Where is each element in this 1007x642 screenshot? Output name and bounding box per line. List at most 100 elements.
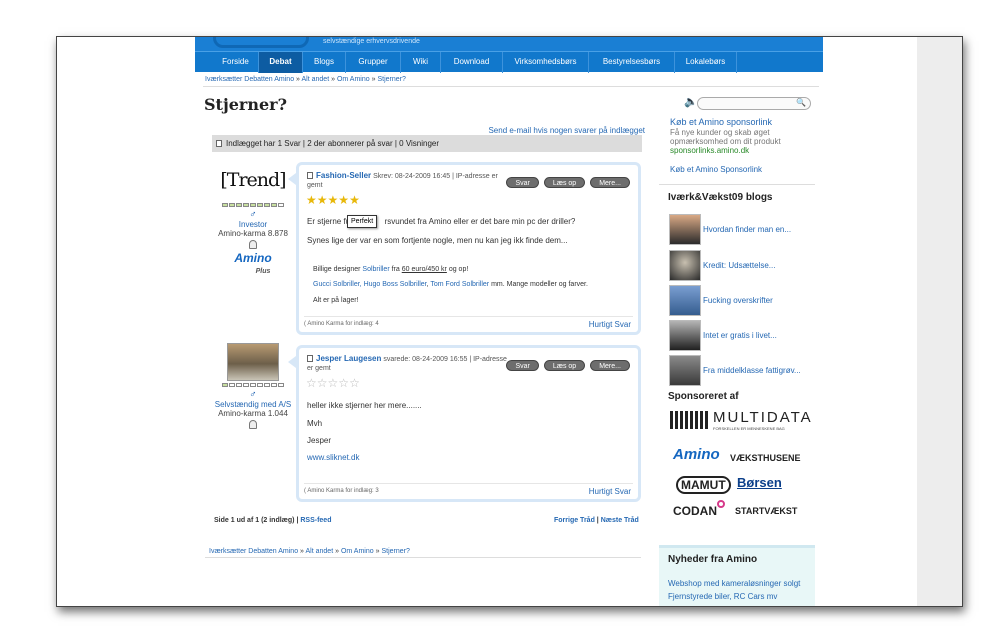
blog-title[interactable]: Fucking overskrifter <box>703 296 773 305</box>
author-avatar[interactable] <box>227 343 279 381</box>
post: Fashion-Seller Skrev: 08-24-2009 16:45 |… <box>288 162 641 335</box>
sponsor-borsen[interactable]: Børsen <box>737 475 782 490</box>
sponsor-startvaekst[interactable]: STARTVÆKST <box>735 506 797 516</box>
nav-grupper[interactable]: Grupper <box>346 52 401 73</box>
email-notify-link[interactable]: Send e-mail hvis nogen svarer på indlægg… <box>488 126 645 135</box>
sponsor-title[interactable]: Køb et Amino sponsorlink <box>670 117 772 127</box>
signature-line: Gucci Solbriller, Hugo Boss Solbriller, … <box>313 281 588 288</box>
profile-icon[interactable] <box>249 240 257 249</box>
sig-text: og op! <box>446 266 469 273</box>
blog-thumb <box>669 250 701 281</box>
sponsor-vaeksthusene[interactable]: VÆKSTHUSENE <box>730 453 801 463</box>
nav-download[interactable]: Download <box>441 52 503 73</box>
blog-title[interactable]: Hvordan finder man en... <box>703 225 791 234</box>
news-item[interactable]: Webshop med kameraløsninger solgt <box>668 579 800 588</box>
blog-item[interactable]: Intet er gratis i livet... <box>669 320 815 351</box>
reply-button[interactable]: Svar <box>506 177 539 188</box>
sponsor-amino[interactable]: Amino <box>673 446 720 463</box>
blog-thumb <box>669 355 701 386</box>
crumb-3[interactable]: Om Amino <box>337 76 370 83</box>
nav-debat[interactable]: Debat <box>259 52 303 73</box>
badge-text: Amino <box>234 251 272 265</box>
document-icon <box>307 172 313 179</box>
sponsor-url[interactable]: sponsorlinks.amino.dk <box>670 146 749 155</box>
more-button[interactable]: Mere... <box>590 360 630 371</box>
codan-logo-mark <box>717 500 725 508</box>
quick-reply-link[interactable]: Hurtigt Svar <box>589 320 631 329</box>
amino-plus-badge: Amino Plus <box>213 251 293 277</box>
nav-bestyrelsesbors[interactable]: Bestyrelsesbørs <box>589 52 675 73</box>
blog-title[interactable]: Kredit: Udsættelse... <box>703 261 775 270</box>
blog-thumb <box>669 214 701 245</box>
nav-forside[interactable]: Forside <box>213 52 259 73</box>
post-karma: ( Amino Karma for indlæg: 4 <box>304 321 379 327</box>
blog-item[interactable]: Fra middelklasse fattigrøv... <box>669 355 815 386</box>
post-buttons: Svar Læs op Mere... <box>506 360 630 371</box>
thread-status-bar: Indlægget har 1 Svar | 2 der abonnerer p… <box>212 135 642 152</box>
buy-sponsorlink[interactable]: Køb et Amino Sponsorlink <box>670 165 762 174</box>
post-footer: ( Amino Karma for indlæg: 4 Hurtigt Svar <box>304 316 633 329</box>
author-karma: Amino-karma 1.044 <box>218 409 288 418</box>
crumb-3[interactable]: Om Amino <box>341 548 374 555</box>
sig-price[interactable]: 60 euro/450 kr <box>402 266 447 273</box>
author-role[interactable]: Selvstændig med A/S <box>213 400 293 409</box>
crumb-2[interactable]: Alt andet <box>306 548 334 555</box>
blog-item[interactable]: Hvordan finder man en... <box>669 214 815 245</box>
blog-item[interactable]: Kredit: Udsættelse... <box>669 250 815 281</box>
blog-item[interactable]: Fucking overskrifter <box>669 285 815 316</box>
left-margin <box>57 37 194 606</box>
divider <box>659 184 815 185</box>
post-pointer <box>288 356 296 368</box>
crumb-1[interactable]: Iværksætter Debatten Amino <box>209 548 298 555</box>
crumb-sep: » <box>331 76 336 83</box>
next-thread-link[interactable]: Næste Tråd <box>601 517 639 524</box>
nav-lokalebors[interactable]: Lokalebørs <box>675 52 737 73</box>
search-input[interactable]: 🔍 <box>697 97 811 110</box>
blog-title[interactable]: Fra middelklasse fattigrøv... <box>703 366 801 375</box>
prev-thread-link[interactable]: Forrige Tråd <box>554 517 595 524</box>
sig-link[interactable]: Gucci Solbriller, Hugo Boss Solbriller <box>313 281 427 288</box>
author-role[interactable]: Investor <box>213 220 293 229</box>
news-panel: Nyheder fra Amino Webshop med kameraløsn… <box>659 545 815 606</box>
star-rating[interactable]: ☆☆☆☆☆ <box>306 376 360 390</box>
nav-blogs[interactable]: Blogs <box>303 52 346 73</box>
star-rating[interactable]: ★★★★★ <box>306 193 360 207</box>
sponsor-codan[interactable]: CODAN <box>673 504 717 518</box>
read-aloud-button[interactable]: Læs op <box>543 360 586 371</box>
post-link[interactable]: www.sliknet.dk <box>307 453 359 462</box>
news-item[interactable]: Fjernstyrede biler, RC Cars mv <box>668 592 777 601</box>
crumb-4[interactable]: Stjerner? <box>377 76 405 83</box>
post-author[interactable]: Fashion-Seller <box>316 171 371 180</box>
site-logo[interactable] <box>213 37 309 48</box>
search-icon[interactable]: 🔍 <box>796 98 806 107</box>
crumb-2[interactable]: Alt andet <box>302 76 330 83</box>
crumb-1[interactable]: Iværksætter Debatten Amino <box>205 76 294 83</box>
sig-link[interactable]: Solbriller <box>362 266 389 273</box>
post-author[interactable]: Jesper Laugesen <box>316 354 381 363</box>
post-header: Jesper Laugesen svarede: 08-24-2009 16:5… <box>307 354 507 373</box>
right-gutter <box>917 37 962 606</box>
read-aloud-button[interactable]: Læs op <box>543 177 586 188</box>
nav-virksomhedsbors[interactable]: Virksomhedsbørs <box>503 52 589 73</box>
post-author-panel: ♂ Selvstændig med A/S Amino-karma 1.044 <box>213 343 293 431</box>
post: Jesper Laugesen svarede: 08-24-2009 16:5… <box>288 345 641 502</box>
page-title: Stjerner? <box>204 95 287 114</box>
sponsor-mamut[interactable]: MAMUT <box>676 476 731 494</box>
crumb-4[interactable]: Stjerner? <box>381 548 409 555</box>
post-buttons: Svar Læs op Mere... <box>506 177 630 188</box>
blogs-heading: Iværk&Vækst09 blogs <box>668 192 773 203</box>
nav-wiki[interactable]: Wiki <box>401 52 441 73</box>
profile-icon[interactable] <box>249 420 257 429</box>
main-nav: Forside Debat Blogs Grupper Wiki Downloa… <box>195 51 823 73</box>
author-logo[interactable]: [Trend] <box>213 169 293 191</box>
speaker-icon[interactable]: 🔈 <box>684 95 698 108</box>
more-button[interactable]: Mere... <box>590 177 630 188</box>
reply-button[interactable]: Svar <box>506 360 539 371</box>
quick-reply-link[interactable]: Hurtigt Svar <box>589 487 631 496</box>
rss-link[interactable]: RSS-feed <box>300 517 331 524</box>
blog-title[interactable]: Intet er gratis i livet... <box>703 331 777 340</box>
sig-link[interactable]: Tom Ford Solbriller <box>430 281 489 288</box>
crumb-sep: » <box>300 548 304 555</box>
sponsor-multidata[interactable]: MULTIDATA FORSKELLEN ER MENNESKENE BAG <box>670 409 811 433</box>
post-pointer <box>288 173 296 185</box>
